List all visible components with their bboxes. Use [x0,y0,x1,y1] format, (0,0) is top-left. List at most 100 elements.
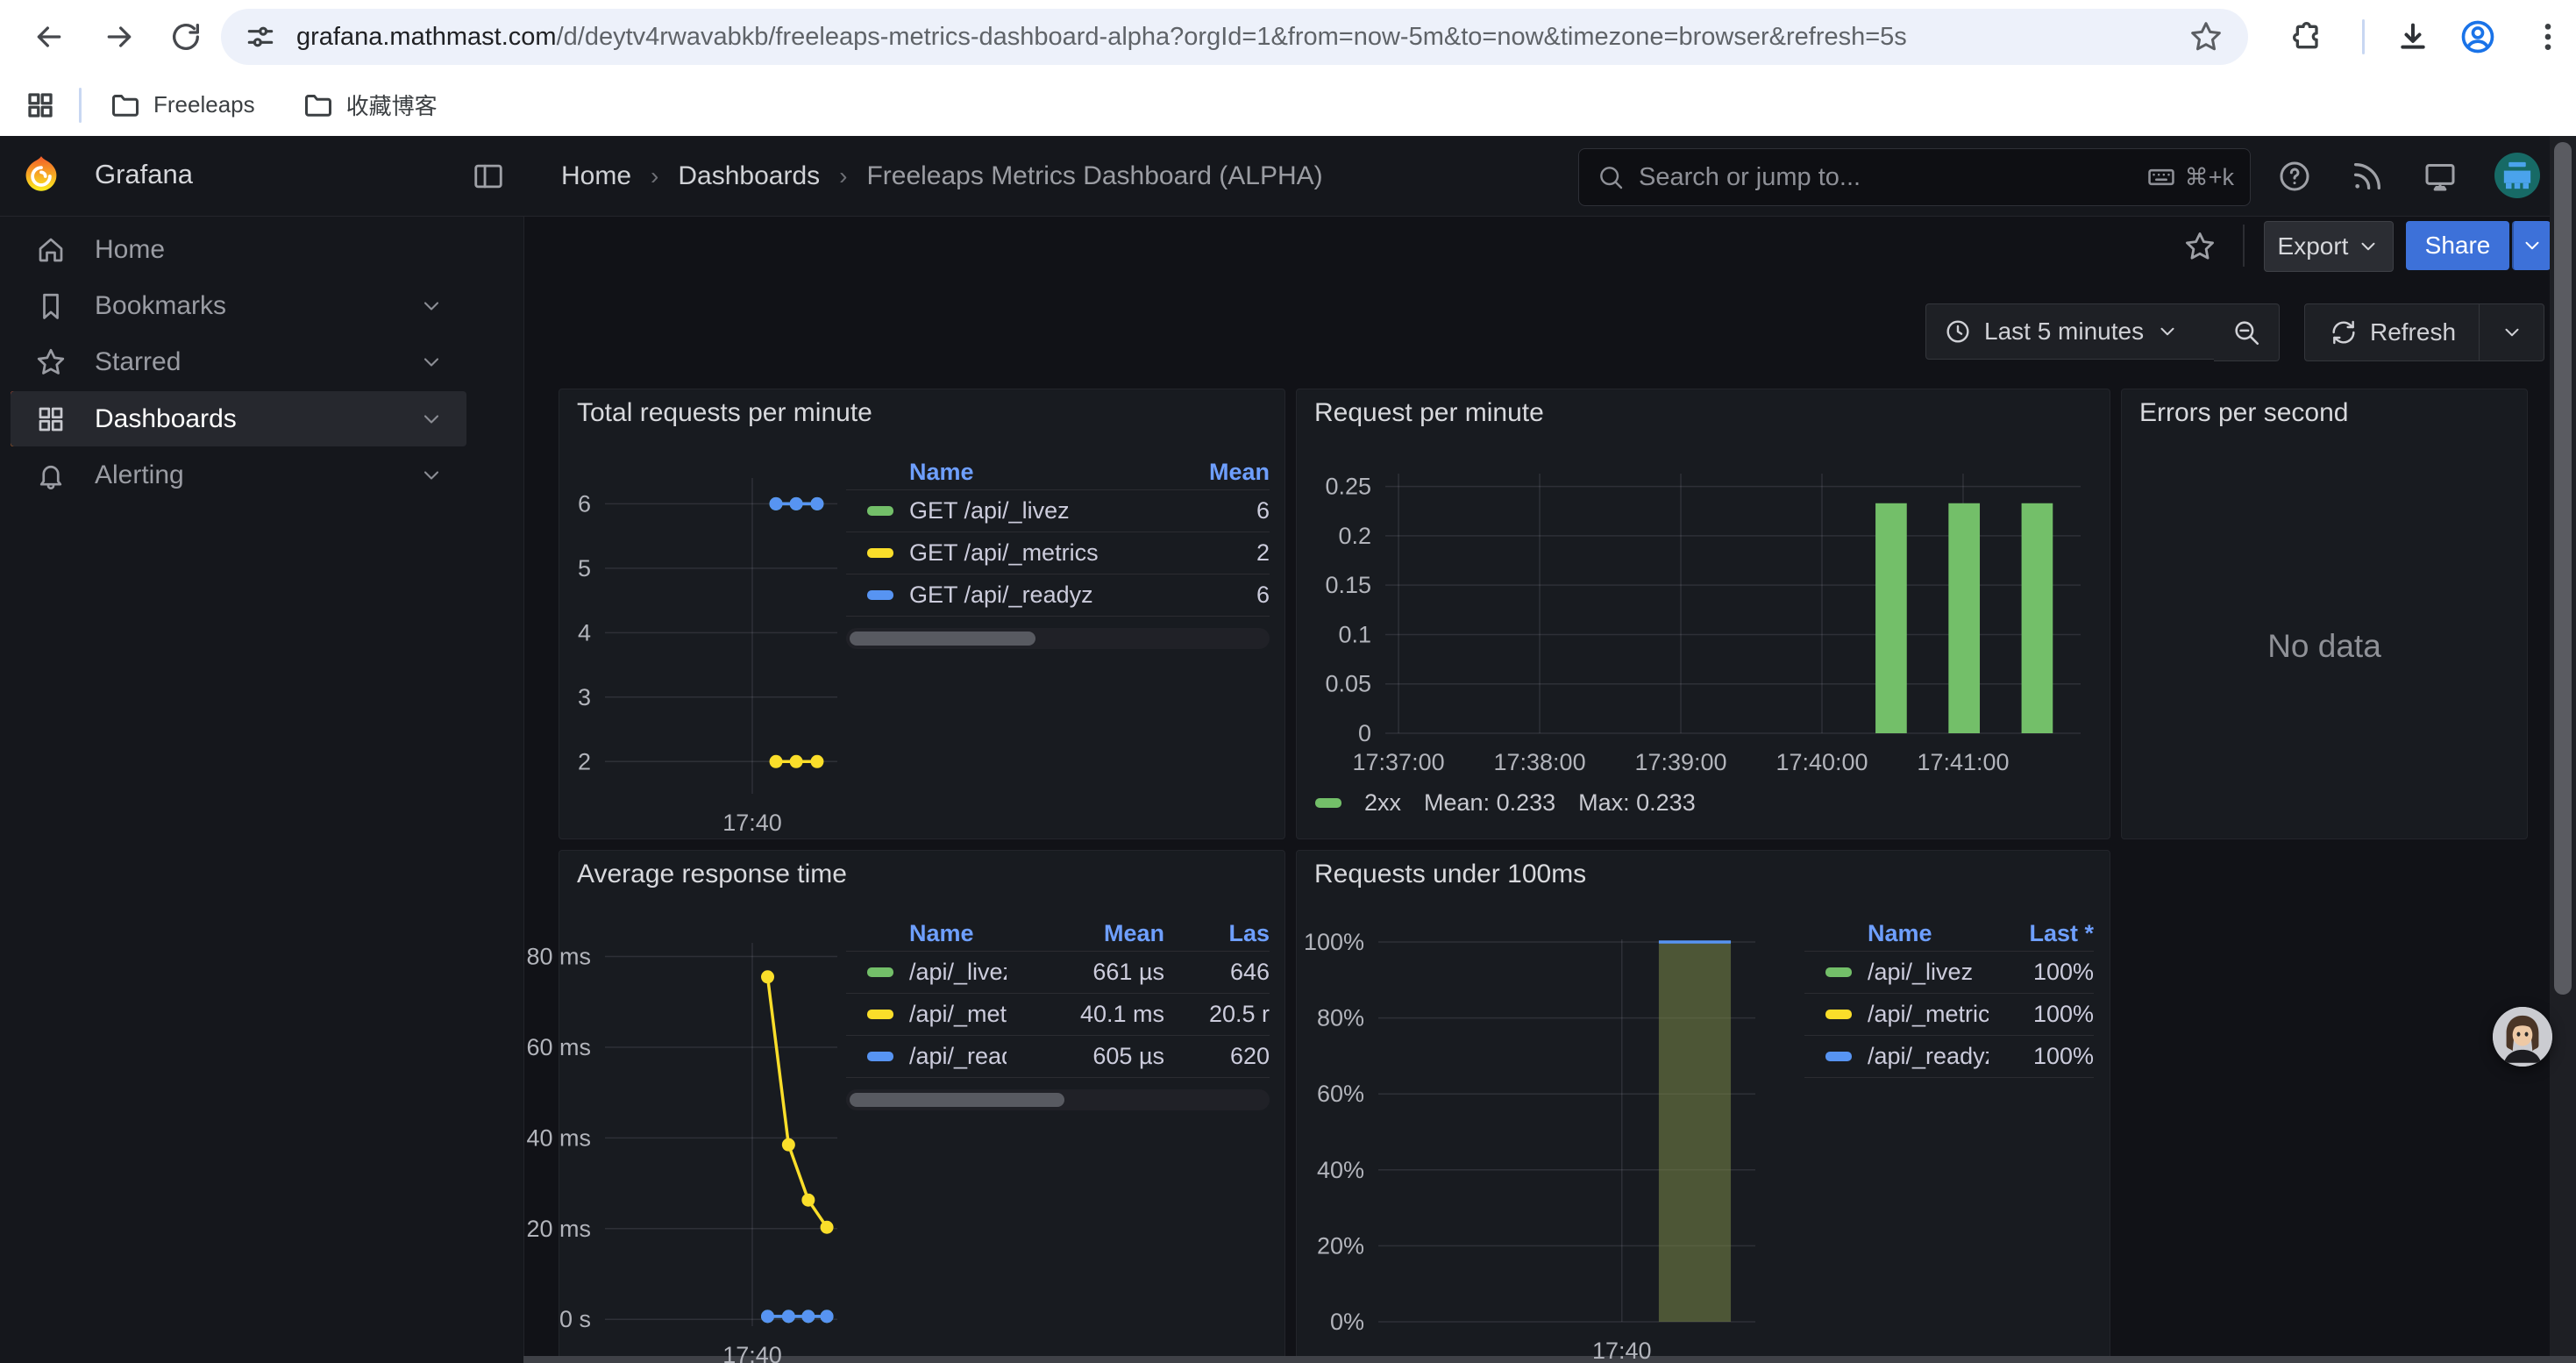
monitor-icon[interactable] [2423,159,2458,194]
legend-row[interactable]: /api/_readyz100% [1804,1035,2094,1078]
grafana-logo[interactable] [19,153,63,197]
chart-avg-response-time[interactable]: 80 ms60 ms40 ms20 ms0 s17:40 [482,922,850,1363]
profile-icon[interactable] [2459,18,2497,56]
series-swatch[interactable] [867,967,893,977]
refresh-button[interactable]: Refresh [2304,303,2481,361]
assistant-avatar[interactable] [2493,1007,2552,1067]
legend-col-name[interactable]: Name [1868,920,1989,947]
legend-header: NameMean [846,454,1270,489]
apps-grid-icon[interactable] [25,89,56,121]
user-avatar[interactable] [2494,153,2540,198]
chevron-down-icon [2521,234,2544,257]
series-name[interactable]: GET /api/_metrics [909,539,1173,567]
export-button[interactable]: Export [2264,221,2394,272]
sidebar-item-bookmarks[interactable]: Bookmarks [11,278,466,333]
series-swatch[interactable] [1825,1010,1852,1019]
rss-icon[interactable] [2350,159,2385,194]
chevron-down-icon[interactable] [419,294,444,318]
chart-requests-under-100ms[interactable]: 100%80%60%40%20%0%17:40 [1256,918,1768,1363]
series-swatch[interactable] [867,548,893,558]
sidebar-header: Grafana [0,136,523,217]
sidebar-item-home[interactable]: Home [11,222,466,277]
series-name[interactable]: /api/_readyz [909,1043,1007,1070]
legend-row[interactable]: GET /api/_readyz6 [846,574,1270,617]
sidebar-collapse-icon[interactable] [472,160,505,193]
url-bar[interactable]: grafana.mathmast.com/d/deytv4rwavabkb/fr… [221,9,2248,65]
legend-row[interactable]: /api/_livez100% [1804,951,2094,993]
legend-row[interactable]: /api/_metrics40.1 ms20.5 r [846,993,1270,1035]
download-icon[interactable] [2395,19,2430,54]
panel-title[interactable]: Average response time [577,860,847,889]
svg-text:17:40:00: 17:40:00 [1775,749,1868,775]
favorite-star-icon[interactable] [2183,230,2217,263]
legend-col-last[interactable]: Last * [1989,920,2094,947]
svg-text:40 ms: 40 ms [526,1124,591,1151]
series-swatch[interactable] [867,590,893,600]
series-swatch[interactable] [1825,1052,1852,1061]
refresh-interval-dropdown[interactable] [2479,303,2544,361]
series-name[interactable]: GET /api/_readyz [909,582,1173,609]
legend-scrollbar-thumb[interactable] [850,1093,1064,1107]
svg-text:0.2: 0.2 [1338,523,1371,549]
series-name[interactable]: /api/_livez [909,959,1007,986]
chart-total-requests[interactable]: 6543217:40 [482,457,850,846]
chevron-down-icon[interactable] [419,463,444,488]
panel-title[interactable]: Total requests per minute [577,398,872,428]
legend-col-name[interactable]: Name [909,459,1173,486]
menu-kebab-icon[interactable] [2530,19,2565,54]
svg-text:17:38:00: 17:38:00 [1493,749,1585,775]
legend-row[interactable]: GET /api/_livez6 [846,489,1270,532]
time-range-picker[interactable]: Last 5 minutes [1925,303,2215,360]
sidebar-item-dashboards[interactable]: Dashboards [11,391,466,446]
dashboards-grid-icon [35,403,67,435]
legend-col-mean[interactable]: Mean [1007,920,1164,947]
chevron-down-icon[interactable] [419,407,444,432]
series-swatch[interactable] [867,506,893,516]
panel-title[interactable]: Requests under 100ms [1314,860,1586,889]
panel-title[interactable]: Errors per second [2139,398,2348,428]
legend-scrollbar[interactable] [846,628,1270,649]
sidebar-item-alerting[interactable]: Alerting [11,447,466,503]
chevron-down-icon[interactable] [419,350,444,375]
share-dropdown-button[interactable] [2512,221,2551,270]
legend-row[interactable]: /api/_metrics100% [1804,993,2094,1035]
extensions-icon[interactable] [2290,19,2325,54]
series-swatch[interactable] [1825,967,1852,977]
legend-row[interactable]: /api/_livez661 µs646 [846,951,1270,993]
reload-icon[interactable] [168,19,203,54]
breadcrumb-item[interactable]: Home [561,161,631,191]
series-name[interactable]: /api/_readyz [1868,1043,1989,1070]
legend-row[interactable]: /api/_readyz605 µs620 [846,1035,1270,1078]
bookmark-star-icon[interactable] [2188,19,2224,54]
panel-title[interactable]: Request per minute [1314,398,1544,428]
breadcrumb-item[interactable]: Freeleaps Metrics Dashboard (ALPHA) [866,161,1322,191]
sidebar-item-starred[interactable]: Starred [11,334,466,389]
forward-icon[interactable] [102,19,137,54]
series-name[interactable]: GET /api/_livez [909,497,1173,525]
help-icon[interactable] [2277,159,2312,194]
bookmark-folder-freeleaps[interactable]: Freeleaps [94,81,271,130]
legend-scrollbar[interactable] [846,1089,1270,1110]
chart-request-per-minute[interactable]: 0.250.20.150.10.05017:37:0017:38:0017:39… [1263,453,2093,786]
series-name[interactable]: /api/_livez [1868,959,1989,986]
breadcrumb-item[interactable]: Dashboards [678,161,820,191]
search-input[interactable]: Search or jump to... ⌘+k [1578,148,2251,206]
legend-col-name[interactable]: Name [909,920,1007,947]
series-name[interactable]: /api/_metrics [909,1001,1007,1028]
series-name[interactable]: /api/_metrics [1868,1001,1989,1028]
tune-icon[interactable] [244,20,277,54]
page-scrollbar-thumb[interactable] [2554,142,2572,995]
share-button[interactable]: Share [2406,221,2509,270]
zoom-out-button[interactable] [2214,303,2280,361]
legend-2xx[interactable]: 2xx Mean: 0.233 Max: 0.233 [1315,789,1696,817]
legend-col-las[interactable]: Las [1164,920,1270,947]
bookmark-folder-blogs[interactable]: 收藏博客 [287,80,453,130]
series-swatch[interactable] [867,1010,893,1019]
series-swatch[interactable] [867,1052,893,1061]
sidebar-item-label: Dashboards [95,404,419,434]
legend-scrollbar-thumb[interactable] [850,632,1035,646]
back-icon[interactable] [32,19,67,54]
legend-row[interactable]: GET /api/_metrics2 [846,532,1270,574]
legend-col-mean[interactable]: Mean [1173,459,1270,486]
url-text[interactable]: grafana.mathmast.com/d/deytv4rwavabkb/fr… [296,23,2188,52]
